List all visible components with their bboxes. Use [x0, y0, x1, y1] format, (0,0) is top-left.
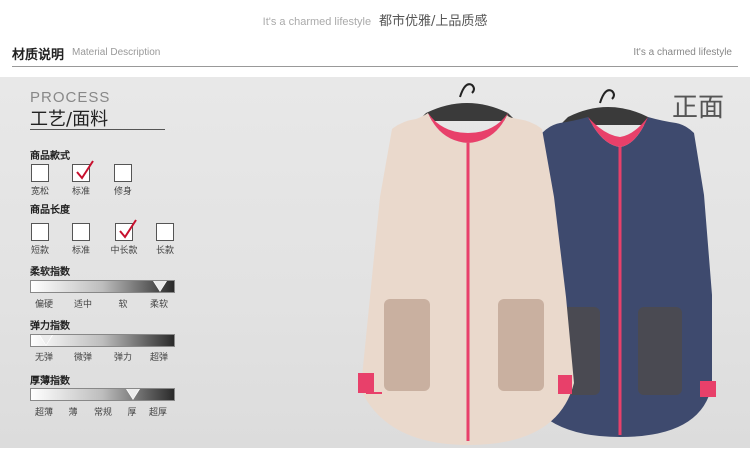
scale-label: 弹力 [113, 353, 133, 363]
softness-marker [153, 281, 167, 292]
option-label: 长款 [155, 246, 174, 256]
top-tagline: It's a charmed lifestyle 都市优雅/上品质感 [0, 10, 750, 29]
tagline-en: It's a charmed lifestyle [262, 16, 372, 28]
scale-label: 偏硬 [34, 300, 54, 310]
length-option-medium-long[interactable]: 中长款 [110, 219, 138, 256]
check-icon [119, 219, 137, 239]
thickness-title: 厚薄指数 [30, 376, 70, 387]
scale-label: 软 [118, 300, 128, 310]
option-label: 短款 [30, 246, 49, 256]
style-option-slim[interactable]: 修身 [112, 164, 134, 197]
process-divider [30, 129, 165, 130]
checkbox[interactable] [72, 223, 90, 241]
scale-label: 厚 [127, 408, 137, 418]
option-label: 宽松 [30, 187, 49, 197]
section-subtitle: Material Description [72, 47, 161, 58]
option-label: 标准 [71, 187, 90, 197]
process-title-cn: 工艺/面料 [30, 109, 109, 130]
scale-label: 超厚 [148, 408, 168, 418]
length-option-standard[interactable]: 标准 [70, 223, 92, 256]
check-icon [76, 160, 94, 180]
length-option-short[interactable]: 短款 [29, 223, 51, 256]
elasticity-bar [30, 334, 175, 347]
scale-label: 柔软 [149, 300, 169, 310]
length-option-long[interactable]: 长款 [154, 223, 176, 256]
checkbox[interactable] [31, 223, 49, 241]
softness-bar [30, 280, 175, 293]
section-title: 材质说明 [12, 48, 65, 63]
elasticity-title: 弹力指数 [30, 321, 70, 332]
length-group-title: 商品长度 [30, 205, 70, 216]
scale-label: 超薄 [34, 408, 54, 418]
style-option-standard[interactable]: 标准 [70, 160, 94, 197]
option-label: 标准 [71, 246, 90, 256]
material-panel: PROCESS 工艺/面料 商品款式 宽松 标准 修身 商品长度 短款 标准 中… [0, 77, 750, 448]
checkbox[interactable] [72, 160, 94, 182]
process-title-en: PROCESS [30, 89, 111, 106]
header-divider [12, 66, 738, 67]
checkbox[interactable] [115, 219, 137, 241]
beige-coat-image [358, 83, 574, 445]
section-header: 材质说明 Material Description It's a charmed… [0, 44, 750, 68]
option-label: 修身 [113, 187, 132, 197]
style-group-title: 商品款式 [30, 151, 70, 162]
option-label: 中长款 [110, 246, 138, 256]
scale-label: 超弹 [149, 353, 169, 363]
scale-label: 适中 [73, 300, 93, 310]
softness-scale: 偏硬 适中 软 柔软 [30, 297, 175, 310]
scale-label: 薄 [68, 408, 78, 418]
style-option-loose[interactable]: 宽松 [29, 164, 51, 197]
scale-label: 微弹 [73, 353, 93, 363]
tagline-cn: 都市优雅/上品质感 [378, 14, 488, 29]
thickness-bar [30, 388, 175, 401]
elasticity-scale: 无弹 微弹 弹力 超弹 [30, 350, 175, 363]
elasticity-marker [39, 335, 53, 346]
checkbox[interactable] [31, 164, 49, 182]
section-right-tagline: It's a charmed lifestyle [633, 47, 732, 58]
thickness-scale: 超薄 薄 常规 厚 超厚 [30, 405, 175, 418]
scale-label: 无弹 [34, 353, 54, 363]
checkbox[interactable] [114, 164, 132, 182]
thickness-marker [126, 389, 140, 400]
checkbox[interactable] [156, 223, 174, 241]
softness-title: 柔软指数 [30, 267, 70, 278]
scale-label: 常规 [93, 408, 113, 418]
